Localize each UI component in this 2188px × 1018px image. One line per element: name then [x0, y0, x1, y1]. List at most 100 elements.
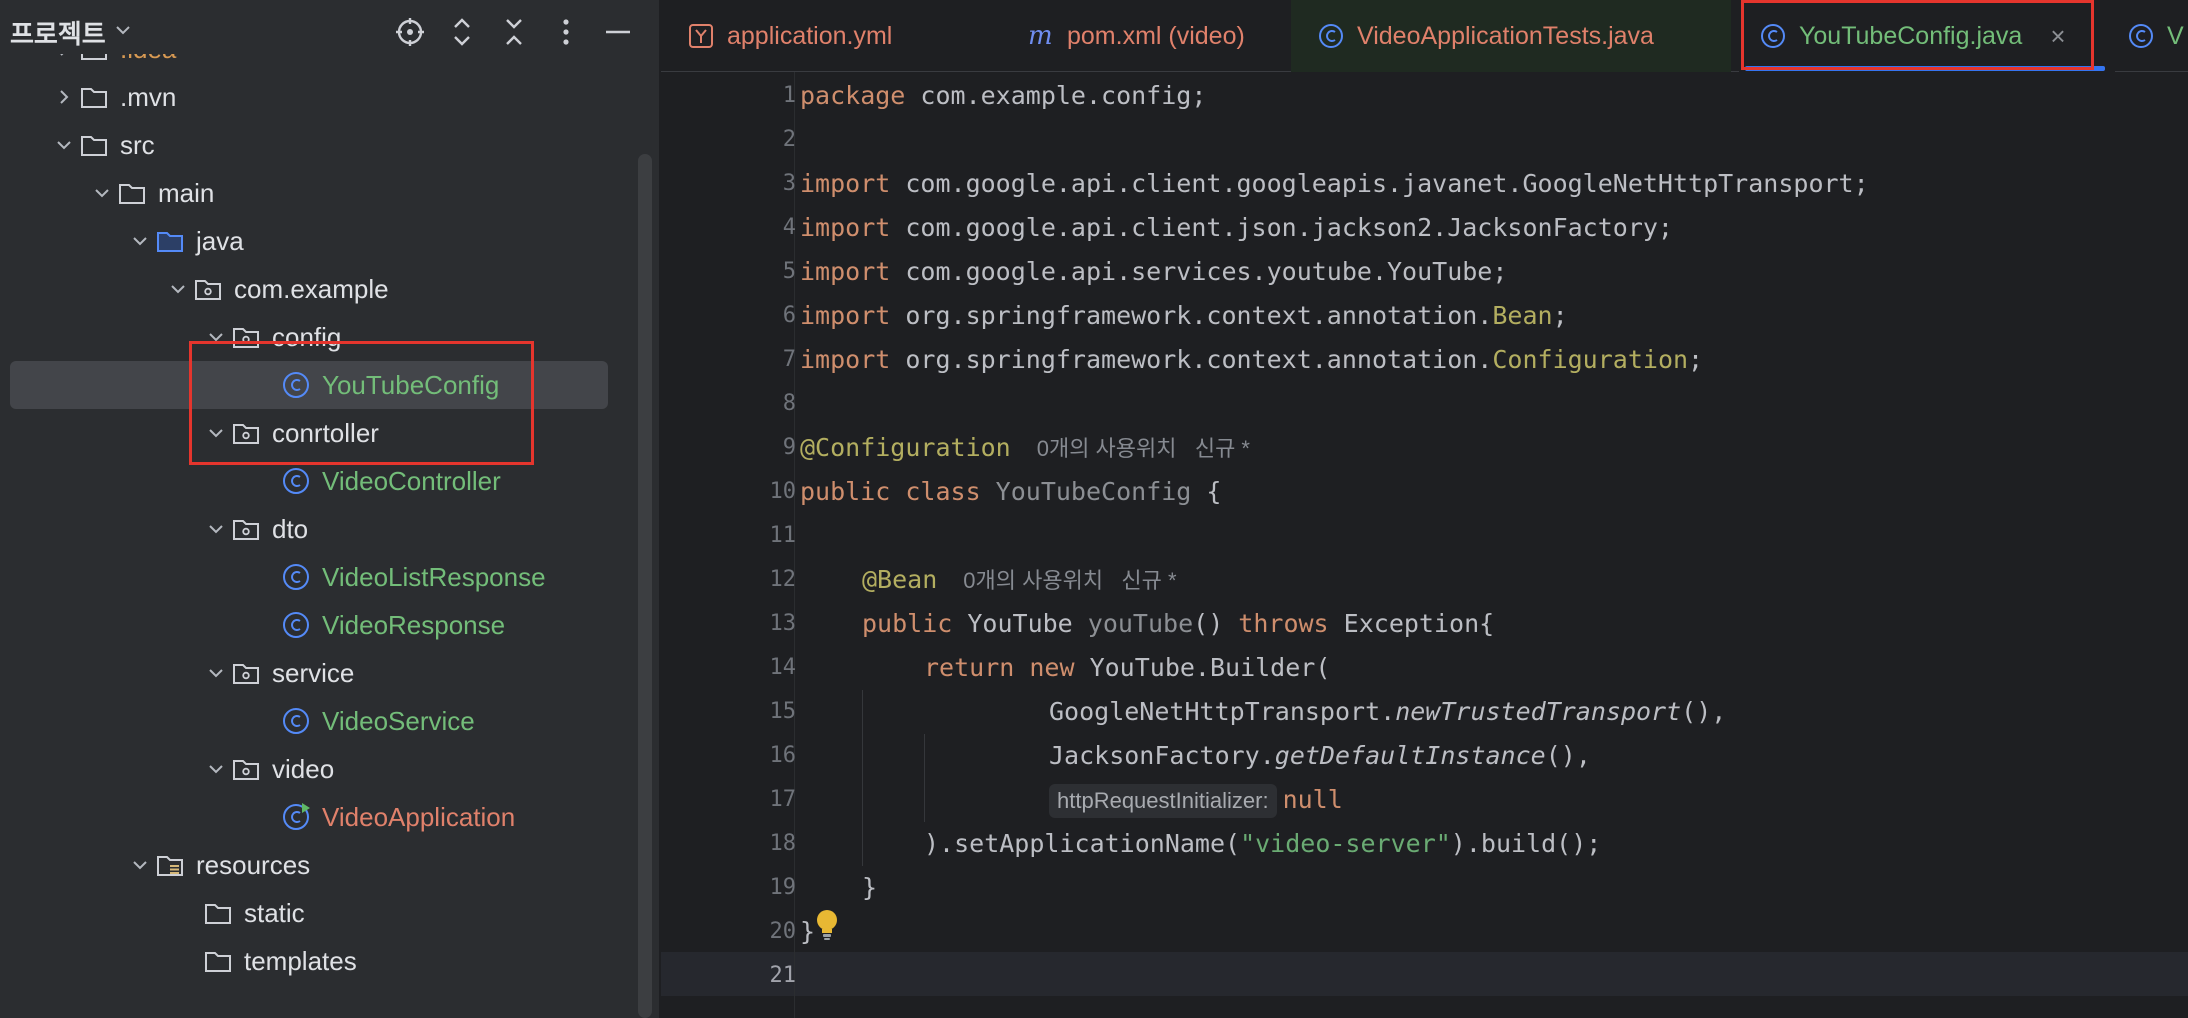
line-number: 14	[769, 655, 797, 680]
tree-item-videoapplication[interactable]: VideoApplication	[0, 793, 636, 841]
tree-item-videolistresponse[interactable]: VideoListResponse	[0, 553, 636, 601]
tree-item-label: com.example	[234, 273, 389, 304]
tree-item-mvn[interactable]: .mvn	[0, 73, 636, 121]
line-number: 8	[782, 391, 796, 416]
tree-item-label: dto	[272, 513, 309, 544]
tree-item-src[interactable]: src	[0, 121, 636, 169]
line-number: 4	[782, 215, 796, 240]
class-icon	[280, 609, 312, 641]
folder-icon	[116, 177, 148, 209]
folder-icon	[78, 129, 110, 161]
line-number: 19	[769, 875, 797, 900]
usages-inlay-hint[interactable]: 0개의 사용위치 신규 *	[963, 568, 1176, 593]
class-icon	[1317, 22, 1345, 50]
package-icon	[230, 513, 262, 545]
code-line-10: public class YouTubeConfig {	[800, 477, 1222, 506]
tab-pom-xml[interactable]: m pom.xml (video)	[1001, 0, 1271, 72]
tree-item-main[interactable]: main	[0, 169, 636, 217]
code-line-7: import org.springframework.context.annot…	[800, 345, 1704, 374]
line-number: 2	[782, 127, 796, 152]
usages-inlay-hint[interactable]: 0개의 사용위치 신규 *	[1037, 436, 1250, 461]
project-panel-title: 프로젝트	[10, 19, 106, 49]
highlight-box-config-tree	[189, 341, 534, 465]
code-line-16: JacksonFactory.getDefaultInstance(),	[1049, 741, 1591, 770]
chevron-down-icon[interactable]	[50, 121, 78, 169]
tree-item-label: video	[272, 753, 335, 784]
line-number: 16	[769, 743, 797, 768]
tree-item-video[interactable]: video	[0, 745, 636, 793]
code-area[interactable]: package com.example.config; import com.g…	[800, 74, 2188, 1018]
code-line-6: import org.springframework.context.annot…	[800, 301, 1568, 330]
line-number: 3	[782, 171, 796, 196]
indent-guide	[862, 690, 863, 866]
class-icon	[2127, 22, 2155, 50]
resources-folder-icon	[154, 849, 186, 881]
tree-item-label: src	[120, 129, 155, 160]
tab-next[interactable]: V	[2127, 0, 2188, 72]
tab-label: V	[2167, 21, 2184, 50]
chevron-right-icon[interactable]	[50, 73, 78, 121]
line-number-gutter[interactable]: 1 2 3 4 5 6 7 8 9 10 11 12 13 14 15 16 1…	[661, 74, 797, 1018]
code-line-1: package com.example.config;	[800, 81, 1207, 110]
lightbulb-icon[interactable]	[814, 908, 840, 942]
project-tree: .idea .mvn src main java	[0, 54, 636, 1018]
maven-icon: m	[1027, 22, 1055, 50]
tree-item-static[interactable]: static	[0, 889, 636, 937]
tree-item-label: main	[158, 177, 215, 208]
line-number: 20	[769, 919, 797, 944]
chevron-right-icon[interactable]	[50, 54, 78, 73]
package-icon	[192, 273, 224, 305]
class-icon	[280, 465, 312, 497]
code-line-17: httpRequestInitializer: null	[1049, 778, 1343, 822]
line-number: 17	[769, 787, 797, 812]
tab-label: application.yml	[727, 21, 893, 50]
target-icon[interactable]	[392, 14, 428, 50]
tree-item-label: VideoService	[322, 705, 475, 736]
tree-item-templates[interactable]: templates	[0, 937, 636, 985]
indent-guide	[924, 734, 925, 822]
tree-item-java[interactable]: java	[0, 217, 636, 265]
tree-item-label: templates	[244, 945, 357, 976]
chevron-down-icon[interactable]	[202, 649, 230, 697]
tree-item-dto[interactable]: dto	[0, 505, 636, 553]
svg-text:m: m	[1028, 22, 1053, 50]
spring-boot-class-icon	[280, 801, 312, 833]
line-number: 11	[769, 523, 797, 548]
tree-item-videoservice[interactable]: VideoService	[0, 697, 636, 745]
tree-item-label: VideoListResponse	[322, 561, 546, 592]
line-number: 7	[782, 347, 796, 372]
package-icon	[230, 657, 262, 689]
tree-item-idea[interactable]: .idea	[0, 54, 636, 73]
expand-all-icon[interactable]	[444, 14, 480, 50]
tab-label: VideoApplicationTests.java	[1357, 21, 1654, 50]
chevron-down-icon[interactable]	[202, 505, 230, 553]
code-line-14: return new YouTube.Builder(	[924, 653, 1331, 682]
code-line-20: }	[800, 917, 816, 946]
chevron-down-icon	[114, 21, 132, 45]
project-view-selector[interactable]: 프로젝트	[10, 14, 132, 51]
minimize-icon[interactable]	[600, 14, 636, 50]
tree-item-label: static	[244, 897, 305, 928]
collapse-all-icon[interactable]	[496, 14, 532, 50]
chevron-down-icon[interactable]	[164, 265, 192, 313]
code-line-19: }	[862, 873, 878, 902]
chevron-down-icon[interactable]	[126, 217, 154, 265]
chevron-down-icon[interactable]	[126, 841, 154, 889]
tree-item-videoresponse[interactable]: VideoResponse	[0, 601, 636, 649]
package-icon	[230, 753, 262, 785]
chevron-down-icon[interactable]	[88, 169, 116, 217]
chevron-down-icon[interactable]	[202, 745, 230, 793]
tree-item-service[interactable]: service	[0, 649, 636, 697]
line-number: 10	[769, 479, 797, 504]
tree-item-resources[interactable]: resources	[0, 841, 636, 889]
more-icon[interactable]	[548, 14, 584, 50]
folder-icon	[78, 81, 110, 113]
line-number: 6	[782, 303, 796, 328]
tab-application-yml[interactable]: application.yml	[661, 0, 1001, 72]
project-tree-scrollbar[interactable]	[638, 154, 652, 1018]
code-line-12: @Bean 0개의 사용위치 신규 *	[862, 565, 1177, 594]
tree-item-label: java	[196, 225, 244, 256]
code-line-9: @Configuration 0개의 사용위치 신규 *	[800, 433, 1250, 462]
tab-videoapplicationtests[interactable]: VideoApplicationTests.java	[1291, 0, 1731, 72]
tree-item-com-example[interactable]: com.example	[0, 265, 636, 313]
